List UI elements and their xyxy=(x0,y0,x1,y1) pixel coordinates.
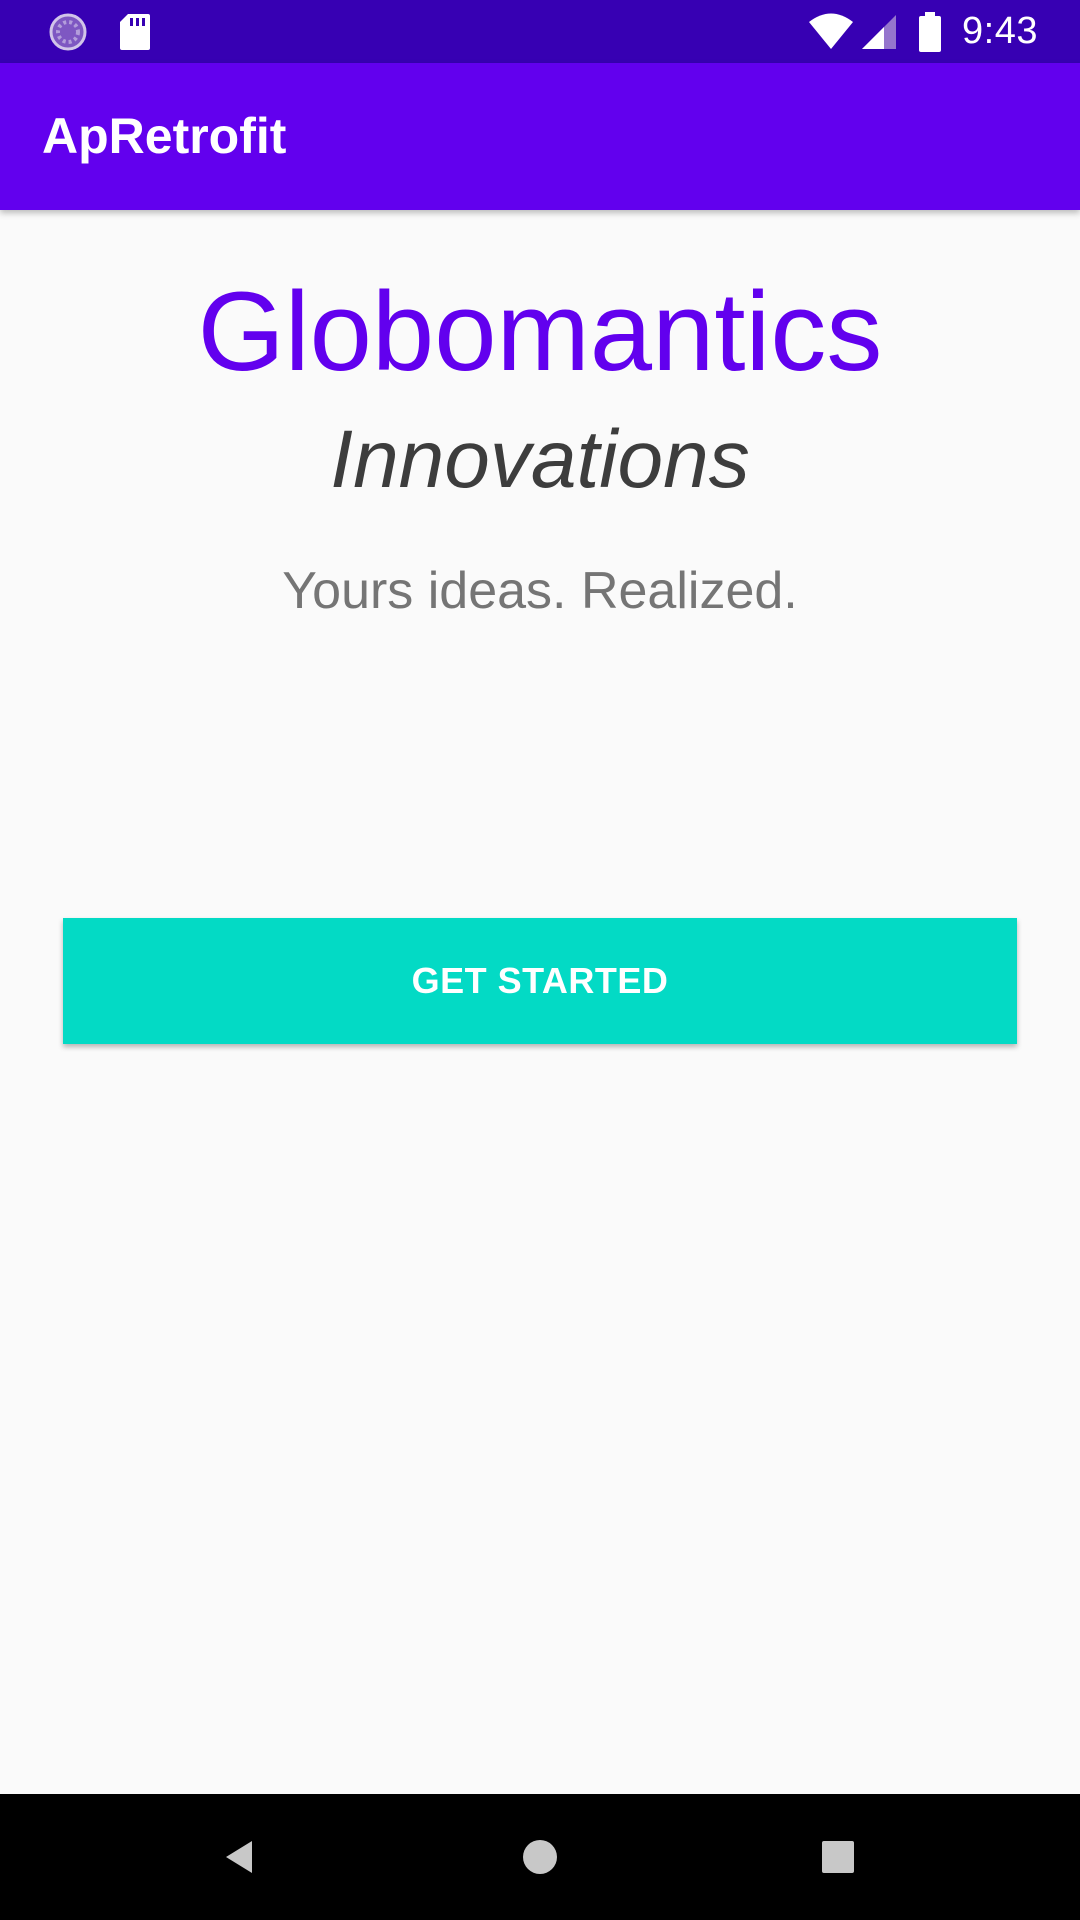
brand-title: Globomantics xyxy=(197,269,883,394)
navigation-bar xyxy=(0,1794,1080,1920)
battery-icon xyxy=(918,11,942,52)
app-title: ApRetrofit xyxy=(42,108,287,164)
sd-card-icon xyxy=(118,12,152,52)
back-icon[interactable] xyxy=(210,1827,270,1887)
home-icon[interactable] xyxy=(510,1827,570,1887)
status-bar-right: 9:43 xyxy=(808,0,1038,63)
subtitle: Innovations xyxy=(330,414,750,505)
sync-icon xyxy=(48,12,88,52)
screen: 9:43 ApRetrofit Globomantics Innovations… xyxy=(0,0,1080,1920)
tagline: Yours ideas. Realized. xyxy=(282,562,798,620)
wifi-icon xyxy=(808,13,854,51)
status-bar-left xyxy=(48,12,152,52)
status-bar-clock: 9:43 xyxy=(962,10,1038,52)
cellular-signal-icon xyxy=(860,13,898,51)
recents-icon[interactable] xyxy=(808,1827,868,1887)
status-bar: 9:43 xyxy=(0,0,1080,63)
get-started-button[interactable]: GET STARTED xyxy=(63,918,1017,1044)
app-bar: ApRetrofit xyxy=(0,63,1080,210)
